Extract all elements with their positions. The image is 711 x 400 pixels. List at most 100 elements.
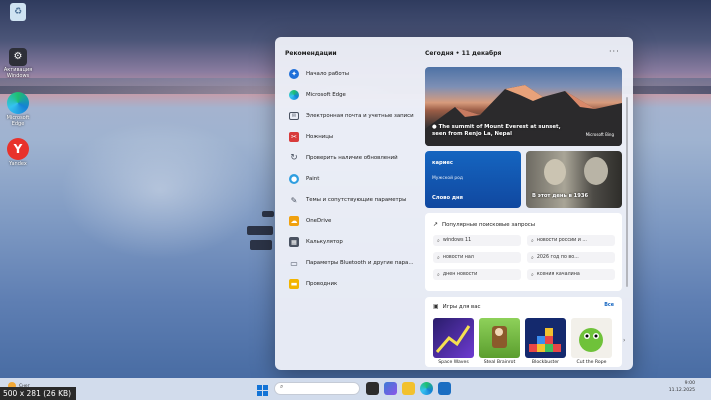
rec-item-bluetooth[interactable]: ▭ Параметры Bluetooth и другие пара... bbox=[289, 256, 413, 270]
game-tile[interactable]: Space Waves bbox=[433, 318, 474, 365]
rec-item-edge[interactable]: Microsoft Edge bbox=[289, 88, 346, 102]
panel-scrollbar[interactable] bbox=[626, 97, 628, 287]
search-chip-label: windows 11 bbox=[442, 238, 472, 243]
onedrive-icon: ☁ bbox=[289, 216, 299, 226]
search-chip-label: новости нал bbox=[442, 255, 474, 260]
rec-item-updates[interactable]: ↻ Проверить наличие обновлений bbox=[289, 151, 398, 165]
game-tile[interactable]: Blockbuster bbox=[525, 318, 566, 365]
historic-photo-person bbox=[544, 159, 566, 185]
desktop-icon-yandex[interactable]: Y Yandex bbox=[2, 138, 34, 167]
calculator-icon: ▦ bbox=[289, 237, 299, 247]
games-see-all-link[interactable]: Все bbox=[604, 303, 614, 308]
desktop-icon-edge[interactable]: Microsoft Edge bbox=[2, 92, 34, 127]
rec-item-label: Электронная почта и учетные записи bbox=[306, 113, 414, 119]
wallpaper-caption: ● The summit of Mount Everest at sunset,… bbox=[432, 124, 562, 138]
rec-item-label: Калькулятор bbox=[306, 239, 343, 245]
game-thumbnail bbox=[571, 318, 612, 358]
cut-the-rope-art bbox=[579, 328, 603, 352]
rec-item-explorer[interactable]: ▬ Проводник bbox=[289, 277, 337, 291]
word-of-day-card[interactable]: кариес Мужской род Слово дня bbox=[425, 151, 521, 208]
steal-brainrot-art bbox=[492, 326, 507, 348]
system-clock[interactable]: 9:00 11.12.2025 bbox=[669, 380, 695, 394]
game-name: Space Waves bbox=[438, 360, 469, 365]
bluetooth-icon: ▭ bbox=[290, 258, 298, 268]
rec-item-label: Проверить наличие обновлений bbox=[306, 155, 398, 161]
recycle-bin-icon: ♻ bbox=[10, 3, 26, 21]
copilot-icon[interactable] bbox=[384, 382, 397, 395]
more-options-button[interactable]: ··· bbox=[609, 47, 620, 56]
water-reflection bbox=[60, 120, 260, 260]
mail-icon: ✉ bbox=[289, 112, 299, 120]
game-thumbnail bbox=[525, 318, 566, 358]
game-name: Cut the Rope bbox=[576, 360, 607, 365]
get-started-icon: ✦ bbox=[289, 69, 299, 79]
rec-item-paint[interactable]: ● Paint bbox=[289, 172, 319, 186]
rec-item-label: Microsoft Edge bbox=[306, 92, 346, 98]
search-icon: ⌕ bbox=[531, 254, 534, 261]
trending-arrow-icon: ↗ bbox=[433, 221, 439, 228]
search-chip[interactable]: ⌕ windows 11 bbox=[433, 235, 521, 246]
search-chip[interactable]: ⌕ новости россии и ... bbox=[527, 235, 615, 246]
folder-icon: ▬ bbox=[289, 279, 299, 289]
game-tile[interactable]: Steal Brainrot bbox=[479, 318, 520, 365]
rec-item-themes[interactable]: ✎ Темы и сопутствующие параметры bbox=[289, 193, 407, 207]
search-chip[interactable]: ⌕ 2026 год по во... bbox=[527, 252, 615, 263]
games-card: ▣ Игры для вас Все Space Waves Steal Bra… bbox=[425, 297, 622, 367]
bing-badge: Microsoft Bing bbox=[585, 132, 614, 137]
bing-wallpaper-card[interactable]: ● The summit of Mount Everest at sunset,… bbox=[425, 67, 622, 146]
task-view-icon[interactable] bbox=[366, 382, 379, 395]
desktop-icon-recycle-bin[interactable]: ♻ bbox=[2, 3, 34, 22]
rec-item-get-started[interactable]: ✦ Начало работы bbox=[289, 67, 349, 81]
rec-item-mail[interactable]: ✉ Электронная почта и учетные записи bbox=[289, 109, 414, 123]
search-chip-label: ксения качалина bbox=[536, 272, 580, 277]
taskbar: Снег ⌕ 9:00 11.12.2025 bbox=[0, 378, 711, 400]
search-chip[interactable]: ⌕ днен новости bbox=[433, 269, 521, 280]
clock-date: 11.12.2025 bbox=[668, 388, 695, 393]
file-explorer-icon[interactable] bbox=[402, 382, 415, 395]
rec-item-label: Paint bbox=[306, 176, 320, 182]
scissors-icon: ✂ bbox=[289, 132, 299, 142]
search-chip[interactable]: ⌕ новости нал bbox=[433, 252, 521, 263]
search-chip[interactable]: ⌕ ксения качалина bbox=[527, 269, 615, 280]
start-button[interactable] bbox=[256, 382, 269, 396]
rec-item-label: Темы и сопутствующие параметры bbox=[306, 197, 407, 203]
paintbrush-icon: ✎ bbox=[290, 195, 298, 205]
rec-item-label: Начало работы bbox=[306, 71, 350, 77]
rock bbox=[250, 240, 272, 250]
desktop-icon-label: Microsoft Edge bbox=[6, 115, 30, 127]
search-icon: ⌕ bbox=[280, 383, 284, 390]
search-icon: ⌕ bbox=[531, 271, 534, 278]
edge-icon[interactable] bbox=[420, 382, 433, 395]
games-header: ▣ Игры для вас bbox=[433, 303, 481, 310]
taskbar-search[interactable]: ⌕ bbox=[274, 382, 360, 395]
game-thumbnail bbox=[433, 318, 474, 358]
rec-item-onedrive[interactable]: ☁ OneDrive bbox=[289, 214, 331, 228]
blockbuster-art bbox=[529, 328, 561, 352]
paint-icon: ● bbox=[289, 174, 299, 184]
rec-item-snipping[interactable]: ✂ Ножницы bbox=[289, 130, 333, 144]
search-icon: ⌕ bbox=[531, 237, 534, 244]
search-icon: ⌕ bbox=[437, 237, 440, 244]
games-title: Игры для вас bbox=[442, 303, 481, 310]
desktop-icon-activation[interactable]: ⚙ Активация Windows bbox=[2, 48, 34, 79]
rock bbox=[262, 211, 274, 217]
windows-logo-icon bbox=[257, 385, 268, 396]
on-this-day-card[interactable]: В этот день в 1936 bbox=[526, 151, 622, 208]
rec-item-label: OneDrive bbox=[306, 218, 332, 224]
update-icon: ↻ bbox=[290, 153, 298, 163]
word-title: кариес bbox=[432, 160, 453, 166]
trending-searches-header: ↗ Популярные поисковые запросы bbox=[433, 221, 535, 228]
historic-photo-person bbox=[584, 157, 608, 185]
rec-item-calculator[interactable]: ▦ Калькулятор bbox=[289, 235, 343, 249]
rock bbox=[247, 226, 273, 235]
game-name: Blockbuster bbox=[531, 360, 560, 365]
widgets-column: Сегодня • 11 декабря ··· ● The summit of… bbox=[425, 37, 633, 370]
scroll-right-icon[interactable]: › bbox=[623, 337, 625, 344]
desktop-icon-label: Yandex bbox=[9, 161, 27, 167]
game-tile[interactable]: Cut the Rope bbox=[571, 318, 612, 365]
space-waves-art bbox=[435, 325, 471, 353]
date-header: Сегодня • 11 декабря bbox=[425, 50, 502, 57]
edge-icon bbox=[7, 92, 29, 114]
search-icon: ⌕ bbox=[437, 254, 440, 261]
store-icon[interactable] bbox=[438, 382, 451, 395]
